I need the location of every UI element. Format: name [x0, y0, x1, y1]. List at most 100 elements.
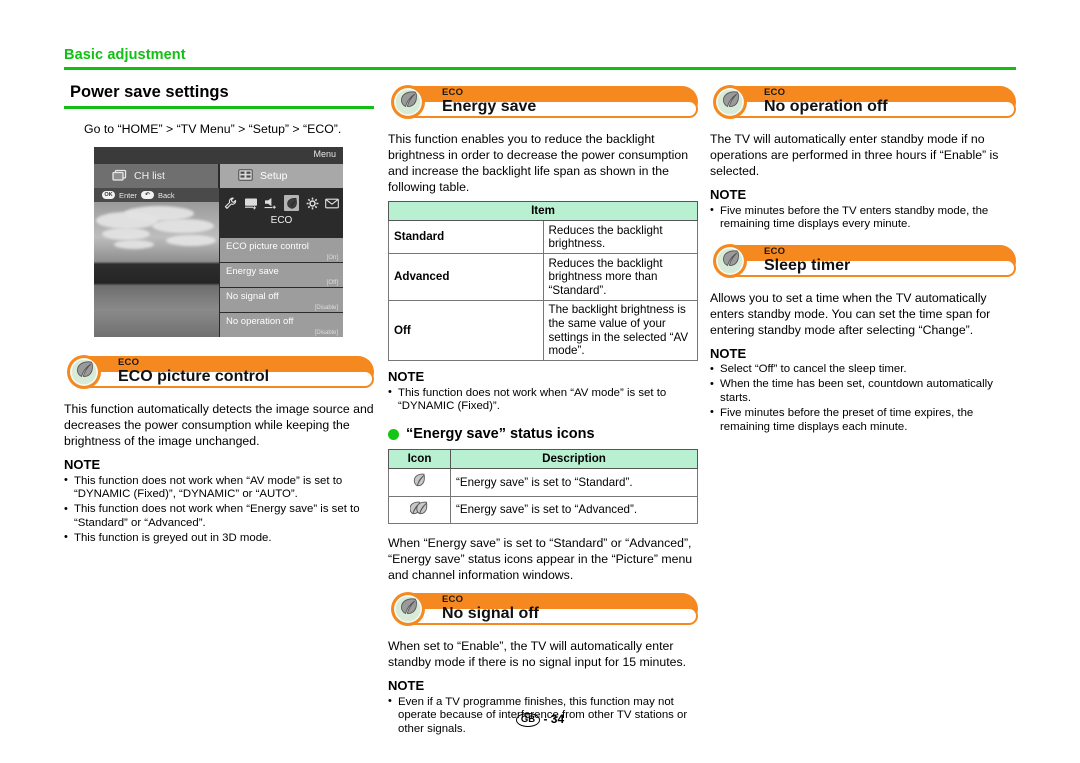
- section-divider: [64, 106, 374, 109]
- no-operation-off-body: The TV will automatically enter standby …: [710, 132, 999, 178]
- navigation-path: Go to “HOME” > “TV Menu” > “Setup” > “EC…: [84, 122, 342, 136]
- settings-gear-icon[interactable]: [305, 195, 320, 211]
- table-header-item: Item: [388, 201, 698, 221]
- eco-banner-no-signal-off: ECO No signal off: [388, 591, 698, 627]
- tv-menu-item-label: No operation off: [226, 316, 294, 327]
- chapter-divider: [64, 67, 1016, 70]
- manual-page: Basic adjustment Power save settings Go …: [0, 0, 1080, 763]
- note-label: NOTE: [710, 187, 747, 202]
- footer-separator: -: [543, 712, 548, 726]
- tv-category-icon-row: ECO: [220, 188, 343, 236]
- sleep-timer-body: Allows you to set a time when the TV aut…: [710, 290, 991, 337]
- no-operation-off-notes: Five minutes before the TV enters standb…: [710, 204, 1016, 232]
- note-label: NOTE: [388, 678, 425, 694]
- tv-menu-item-label: Energy save: [226, 266, 279, 277]
- eco-banner-sleep-timer: ECO Sleep timer: [710, 243, 1016, 279]
- table-cell-desc: “Energy save” is set to “Standard”.: [450, 468, 698, 497]
- tv-menu-tabs: CH list Setup: [94, 164, 343, 188]
- note-label: NOTE: [710, 345, 747, 361]
- tv-menu-title: Menu: [313, 149, 336, 159]
- table-cell-key: Advanced: [388, 253, 544, 301]
- eco-banner-energy-save: ECO Energy save: [388, 84, 698, 120]
- table-header-icon: Icon: [388, 449, 451, 470]
- wrench-icon[interactable]: [223, 195, 238, 211]
- setup-icon: [238, 168, 253, 184]
- table-row: “Energy save” is set to “Advanced”.: [388, 495, 698, 525]
- table-cell-desc: Reduces the backlight brightness.: [542, 219, 698, 255]
- tv-menu-item-label: ECO picture control: [226, 241, 309, 252]
- note-item: Five minutes before the TV enters standb…: [710, 204, 1016, 232]
- chapter-title: Basic adjustment: [64, 47, 186, 63]
- tv-preview-thumbnail: [94, 202, 219, 337]
- status-icons-table: Icon Description “Energy save” is set to…: [388, 449, 698, 525]
- eco-picture-control-notes: This function does not work when “AV mod…: [64, 474, 374, 546]
- back-hint-label: Back: [157, 190, 175, 200]
- table-row: Advanced Reduces the backlight brightnes…: [388, 253, 698, 301]
- table-cell-key: Standard: [388, 219, 544, 255]
- status-icons-heading-label: “Energy save” status icons: [406, 426, 595, 443]
- table-cell-key: Off: [388, 299, 544, 362]
- no-signal-off-body: When set to “Enable”, the TV will automa…: [388, 639, 687, 670]
- note-item: This function does not work when “AV mod…: [64, 474, 374, 502]
- eco-banner-no-operation-off: ECO No operation off: [710, 84, 1016, 120]
- enter-key-icon: OK: [102, 191, 115, 199]
- eco-feature-title: Energy save: [442, 98, 537, 115]
- note-item: This function does not work when “AV mod…: [388, 386, 698, 414]
- page-number: 34: [550, 712, 565, 726]
- eco-leaf-badge-icon: [64, 354, 108, 390]
- audio-icon[interactable]: [264, 195, 279, 211]
- note-item: When the time has been set, countdown au…: [710, 378, 1016, 405]
- energy-save-body: This function enables you to reduce the …: [388, 132, 689, 194]
- eco-feature-title: No signal off: [442, 605, 539, 623]
- left-column: Power save settings Go to “HOME” > “TV M…: [64, 82, 374, 545]
- eco-feature-title: ECO picture control: [118, 368, 270, 385]
- energy-save-closing: When “Energy save” is set to “Standard” …: [388, 536, 693, 583]
- eco-leaf-icon[interactable]: [284, 195, 300, 211]
- table-header-row: Item: [388, 201, 698, 221]
- mail-icon[interactable]: [325, 195, 340, 211]
- tv-tab-setup-label: Setup: [260, 170, 288, 182]
- status-icons-heading: “Energy save” status icons: [388, 425, 698, 443]
- single-leaf-icon: [388, 468, 451, 497]
- tv-menu-item-no-signal-off[interactable]: No signal off [Disable]: [220, 287, 343, 312]
- double-leaf-icon: [388, 495, 451, 525]
- middle-column: ECO Energy save This function enables yo…: [388, 82, 698, 737]
- tv-menu-screenshot: Menu CH list Setup OK Enter ↶ Back ECO E…: [94, 147, 343, 337]
- eco-leaf-badge-icon: [388, 591, 432, 627]
- tv-menu-topbar: Menu: [94, 147, 343, 164]
- picture-icon[interactable]: [243, 195, 258, 211]
- eco-feature-title: Sleep timer: [764, 256, 851, 274]
- tv-tab-ch-list-label: CH list: [134, 170, 165, 182]
- tv-menu-item-no-operation-off[interactable]: No operation off [Disable]: [220, 312, 343, 337]
- right-column: ECO No operation off The TV will automat…: [710, 82, 1016, 434]
- energy-save-notes: This function does not work when “AV mod…: [388, 386, 698, 414]
- page-title: Power save settings: [70, 83, 229, 101]
- tv-tab-ch-list[interactable]: CH list: [94, 164, 218, 188]
- eco-leaf-badge-icon: [710, 84, 754, 120]
- table-row: Off The backlight brightness is the same…: [388, 299, 698, 362]
- table-header-row: Icon Description: [388, 449, 698, 470]
- table-header-description: Description: [450, 449, 698, 470]
- back-key-icon: ↶: [140, 191, 154, 199]
- tv-menu-item-value: [Disable]: [314, 305, 338, 311]
- green-bullet-icon: [388, 428, 399, 440]
- chapter-header: Basic adjustment: [64, 46, 1016, 70]
- note-label: NOTE: [388, 369, 425, 385]
- energy-save-table: Item Standard Reduces the backlight brig…: [388, 201, 698, 362]
- table-cell-desc: The backlight brightness is the same val…: [542, 299, 698, 362]
- enter-hint-label: Enter: [119, 190, 137, 200]
- table-cell-desc: Reduces the backlight brightness more th…: [542, 253, 698, 301]
- tv-menu-item-energy-save[interactable]: Energy save [Off]: [220, 262, 343, 287]
- tv-menu-item-value: [Disable]: [314, 330, 338, 336]
- tv-menu-item-value: [Off]: [326, 280, 338, 286]
- tv-tab-setup[interactable]: Setup: [220, 164, 343, 188]
- table-row: “Energy save” is set to “Standard”.: [388, 468, 698, 497]
- eco-leaf-badge-icon: [710, 243, 754, 279]
- tv-category-label: ECO: [270, 215, 293, 226]
- note-item: This function is greyed out in 3D mode.: [64, 531, 374, 546]
- page-footer: GB - 34: [0, 712, 1080, 727]
- note-item: Select “Off” to cancel the sleep timer.: [710, 363, 1016, 377]
- table-row: Standard Reduces the backlight brightnes…: [388, 219, 698, 255]
- eco-picture-control-body: This function automatically detects the …: [64, 402, 374, 448]
- tv-menu-item-eco-picture-control[interactable]: ECO picture control [On]: [220, 237, 343, 262]
